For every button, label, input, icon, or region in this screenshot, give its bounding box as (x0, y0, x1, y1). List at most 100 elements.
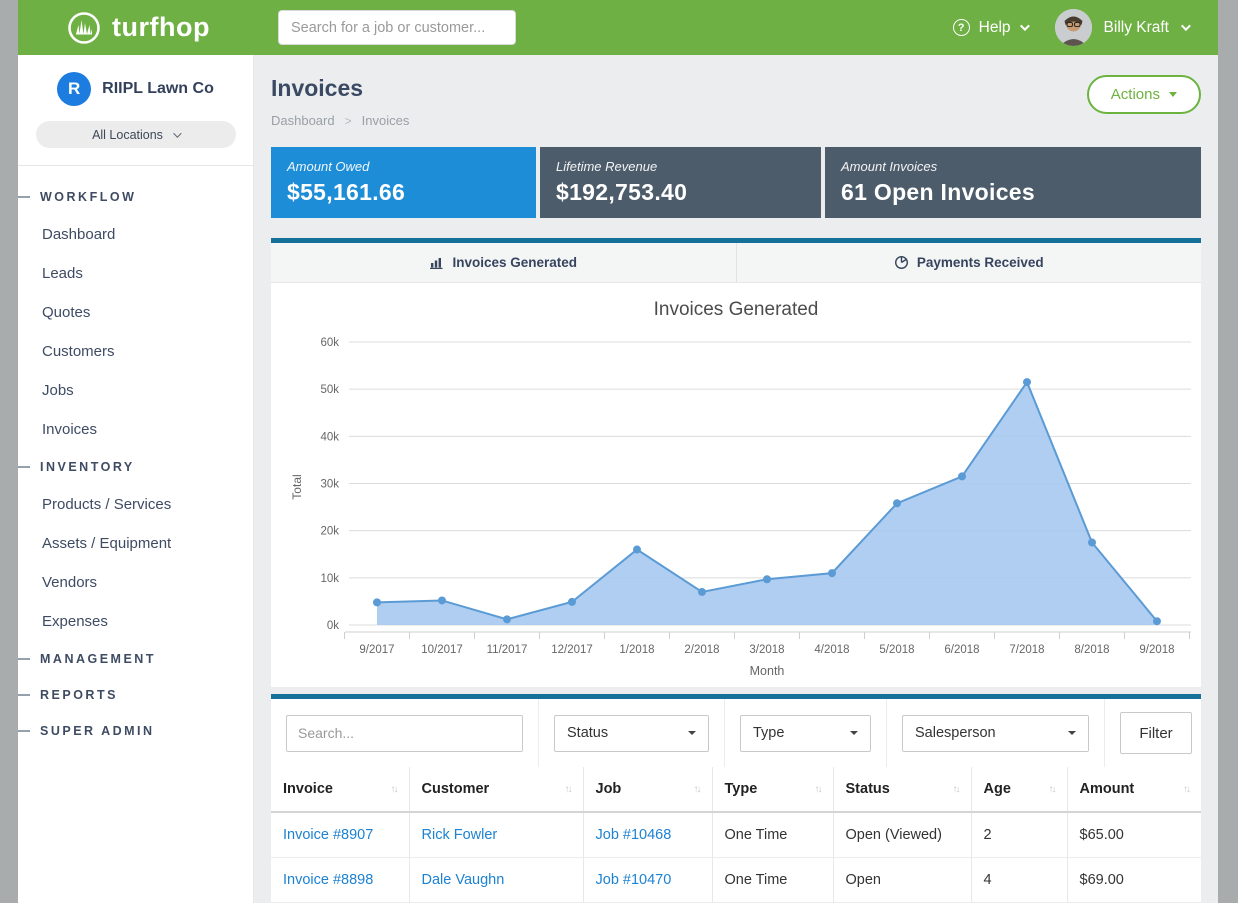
link-job[interactable]: Job #10470 (596, 872, 672, 888)
type-select[interactable]: Type (740, 715, 871, 752)
column-header-job[interactable]: Job ↑↓ (583, 767, 712, 812)
svg-text:7/2018: 7/2018 (1009, 644, 1044, 656)
link-customer[interactable]: Dale Vaughn (422, 872, 505, 888)
sort-icon[interactable]: ↑↓ (391, 784, 397, 795)
stat-card-open-invoices: Amount Invoices 61 Open Invoices (825, 147, 1201, 218)
tab-invoices-generated[interactable]: Invoices Generated (271, 243, 736, 282)
sidebar-section-super-admin[interactable]: SUPER ADMIN (18, 713, 253, 749)
filter-button[interactable]: Filter (1120, 712, 1192, 754)
pie-chart-icon (894, 255, 909, 270)
link-customer[interactable]: Rick Fowler (422, 827, 498, 843)
sidebar-section-inventory[interactable]: INVENTORY (18, 449, 253, 485)
link-invoice[interactable]: Invoice #8898 (283, 872, 373, 888)
help-menu[interactable]: ? Help (953, 19, 1027, 37)
sort-icon[interactable]: ↑↓ (1183, 784, 1189, 795)
tab-payments-received[interactable]: Payments Received (736, 243, 1202, 282)
svg-text:3/2018: 3/2018 (749, 644, 784, 656)
salesperson-select[interactable]: Salesperson (902, 715, 1089, 752)
global-search-input[interactable] (278, 10, 516, 45)
link-job[interactable]: Job #10468 (596, 827, 672, 843)
caret-down-icon (1169, 92, 1177, 97)
sort-icon[interactable]: ↑↓ (565, 784, 571, 795)
sidebar-item-expenses[interactable]: Expenses (18, 602, 253, 641)
sort-icon[interactable]: ↑↓ (694, 784, 700, 795)
chevron-down-icon (1181, 21, 1191, 31)
cell-job: Job #10468 (583, 812, 712, 858)
sidebar-item-dashboard[interactable]: Dashboard (18, 215, 253, 254)
stats-row: Amount Owed $55,161.66 Lifetime Revenue … (271, 147, 1201, 218)
svg-text:10/2017: 10/2017 (421, 644, 463, 656)
cell-status: Open (Viewed) (833, 812, 971, 858)
stat-label: Amount Owed (287, 159, 520, 174)
brand-logo[interactable]: turfhop (66, 10, 256, 46)
sidebar-item-quotes[interactable]: Quotes (18, 293, 253, 332)
cell-amount: $65.00 (1067, 812, 1201, 858)
sidebar-item-assets-equipment[interactable]: Assets / Equipment (18, 524, 253, 563)
column-header-age[interactable]: Age↑↓ (971, 767, 1067, 812)
sidebar: R RIIPL Lawn Co All Locations WORKFLOWDa… (18, 55, 254, 903)
left-scrollbar[interactable] (0, 0, 18, 903)
invoices-table-panel: Status Type Salesperson (271, 694, 1201, 903)
column-header-status[interactable]: Status ↑↓ (833, 767, 971, 812)
table-search-input[interactable] (286, 715, 523, 752)
dash-icon (18, 658, 30, 660)
sidebar-section-label: MANAGEMENT (40, 652, 156, 666)
stat-value: $55,161.66 (287, 179, 520, 206)
sort-icon[interactable]: ↑↓ (815, 784, 821, 795)
right-scrollbar[interactable] (1218, 0, 1238, 903)
chart-body: Invoices Generated 0k10k20k30k40k50k60k9… (271, 283, 1201, 687)
svg-text:6/2018: 6/2018 (944, 644, 979, 656)
stat-label: Amount Invoices (841, 159, 1185, 174)
sidebar-item-customers[interactable]: Customers (18, 332, 253, 371)
invoices-table: Invoice↑↓Customer↑↓Job↑↓Type↑↓Status↑↓Ag… (271, 767, 1201, 903)
column-label: Job (596, 781, 622, 797)
svg-text:2/2018: 2/2018 (684, 644, 719, 656)
caret-down-icon (1068, 731, 1076, 735)
svg-text:50k: 50k (320, 384, 339, 396)
chevron-down-icon (173, 129, 181, 137)
column-label: Type (725, 781, 758, 797)
cell-invoice: Invoice #8907 (271, 812, 409, 858)
cell-customer: Dale Vaughn (409, 858, 583, 903)
svg-text:12/2017: 12/2017 (551, 644, 593, 656)
column-header-customer[interactable]: Customer↑↓ (409, 767, 583, 812)
column-header-amount[interactable]: Amount ↑↓ (1067, 767, 1201, 812)
column-header-type[interactable]: Type ↑↓ (712, 767, 833, 812)
svg-text:4/2018: 4/2018 (814, 644, 849, 656)
sidebar-item-leads[interactable]: Leads (18, 254, 253, 293)
location-selector[interactable]: All Locations (36, 121, 236, 148)
sidebar-item-products-services[interactable]: Products / Services (18, 485, 253, 524)
sidebar-item-invoices[interactable]: Invoices (18, 410, 253, 449)
stat-value: 61 Open Invoices (841, 179, 1185, 206)
sidebar-section-label: SUPER ADMIN (40, 724, 155, 738)
user-menu[interactable]: Billy Kraft (1055, 9, 1188, 46)
sidebar-item-vendors[interactable]: Vendors (18, 563, 253, 602)
column-label: Status (846, 781, 890, 797)
column-label: Amount (1080, 781, 1135, 797)
actions-button-label: Actions (1111, 86, 1160, 103)
sidebar-section-reports[interactable]: REPORTS (18, 677, 253, 713)
sidebar-item-jobs[interactable]: Jobs (18, 371, 253, 410)
company-header[interactable]: R RIIPL Lawn Co (18, 55, 253, 106)
column-header-invoice[interactable]: Invoice ↑↓ (271, 767, 409, 812)
svg-text:40k: 40k (320, 431, 339, 443)
location-selector-label: All Locations (92, 128, 163, 142)
stat-value: $192,753.40 (556, 179, 805, 206)
svg-text:11/2017: 11/2017 (487, 644, 528, 656)
cell-age: 4 (971, 858, 1067, 903)
sidebar-section-workflow[interactable]: WORKFLOW (18, 179, 253, 215)
cell-type: One Time (712, 858, 833, 903)
sidebar-section-management[interactable]: MANAGEMENT (18, 641, 253, 677)
sort-icon[interactable]: ↑↓ (1049, 784, 1055, 795)
sort-icon[interactable]: ↑↓ (953, 784, 959, 795)
cell-customer: Rick Fowler (409, 812, 583, 858)
actions-button[interactable]: Actions (1087, 75, 1201, 114)
app-window: turfhop ? Help (0, 0, 1238, 903)
sidebar-nav: WORKFLOWDashboardLeadsQuotesCustomersJob… (18, 166, 253, 749)
status-select[interactable]: Status (554, 715, 709, 752)
main-content: Invoices Dashboard > Invoices Actions Am… (254, 55, 1218, 903)
svg-text:5/2018: 5/2018 (879, 644, 914, 656)
link-invoice[interactable]: Invoice #8907 (283, 827, 373, 843)
column-label: Invoice (283, 781, 333, 797)
breadcrumb-dashboard[interactable]: Dashboard (271, 113, 335, 128)
